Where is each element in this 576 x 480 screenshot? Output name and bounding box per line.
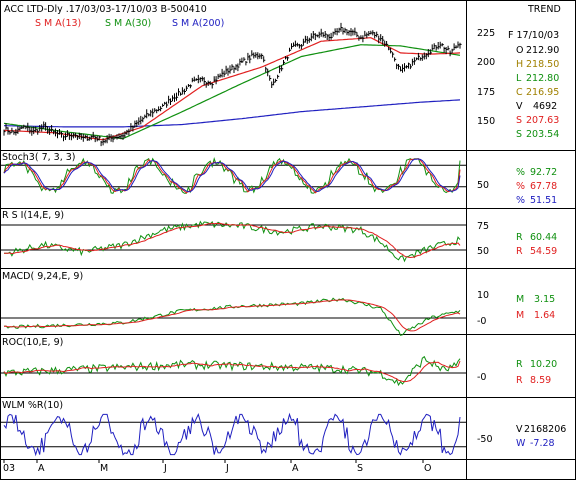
- wlm-value-label: W: [516, 438, 526, 449]
- wlm-volume-label: V: [516, 424, 523, 435]
- roc-value: 10.20: [530, 359, 557, 370]
- macd-tick-label: -0: [477, 316, 486, 327]
- volume-label: V: [516, 101, 523, 112]
- macd-label: M: [516, 294, 524, 305]
- month-label: A: [38, 463, 45, 474]
- rsi-signal-label: R: [516, 246, 523, 257]
- low-label: L: [516, 73, 522, 84]
- stoch-k-value: 92.72: [530, 167, 557, 178]
- stoch-slow-value: 51.51: [530, 195, 557, 206]
- open-value: 212.90: [526, 45, 559, 56]
- roc-signal-value: 8.59: [530, 375, 551, 386]
- rsi-value: 60.44: [530, 232, 557, 243]
- sma13-value-label: S: [516, 115, 522, 126]
- stoch-k-label: %: [516, 167, 525, 178]
- month-label: O: [424, 463, 431, 474]
- trend-label: TREND: [527, 4, 561, 15]
- close-value: 216.95: [526, 87, 559, 98]
- wlm-volume-value: 2168206: [524, 424, 566, 435]
- month-label: S: [357, 463, 363, 474]
- macd-tick-label: 10: [477, 290, 489, 301]
- chart-frame: [0, 0, 576, 480]
- info-date: F 17/10/03: [508, 30, 559, 41]
- high-label: H: [516, 59, 523, 70]
- sma30-value: 203.54: [526, 129, 559, 140]
- volume-value: 4692: [533, 101, 557, 112]
- rsi-signal-value: 54.59: [530, 246, 557, 257]
- roc-panel-label: ROC(10,E, 9): [2, 337, 63, 348]
- roc-label: R: [516, 359, 523, 370]
- month-label: J: [225, 463, 229, 474]
- high-value: 218.50: [526, 59, 559, 70]
- price-tick-label: 175: [477, 87, 495, 98]
- stoch-d-label: %: [516, 181, 525, 192]
- wlm-value: -7.28: [530, 438, 555, 449]
- roc-signal-label: R: [516, 375, 523, 386]
- stoch-panel-label: Stoch3( 7, 3, 3): [2, 152, 76, 163]
- month-label: M: [100, 463, 108, 474]
- technical-chart: ACC LTD-Dly .17/03/03-17/10/03 B-500410 …: [0, 0, 576, 480]
- macd-signal-label: M: [516, 310, 524, 321]
- sma30-legend: S M A(30): [105, 18, 151, 29]
- sma13-value: 207.63: [526, 115, 559, 126]
- open-label: O: [516, 45, 523, 56]
- wlm-panel-label: WLM %R(10): [2, 400, 63, 411]
- stoch-slow-label: %: [516, 195, 525, 206]
- close-label: C: [516, 87, 523, 98]
- low-value: 212.80: [526, 73, 559, 84]
- rsi-label: R: [516, 232, 523, 243]
- rsi-panel-label: R S I(14,E, 9): [2, 210, 64, 221]
- sma30-value-label: S: [516, 129, 522, 140]
- price-tick-label: 200: [477, 57, 495, 68]
- month-label: A: [292, 463, 299, 474]
- price-tick-label: 150: [477, 116, 495, 127]
- macd-value: 3.15: [534, 294, 555, 305]
- macd-signal-value: 1.64: [534, 310, 555, 321]
- price-tick-label: 225: [477, 28, 495, 39]
- rsi-tick-label: 50: [477, 246, 489, 257]
- macd-panel-label: MACD( 9,24,E, 9): [2, 271, 83, 282]
- wlm-tick-label: -50: [477, 434, 493, 445]
- roc-tick-label: -0: [477, 372, 486, 383]
- chart-title: ACC LTD-Dly .17/03/03-17/10/03 B-500410: [4, 4, 207, 15]
- stoch-d-value: 67.78: [530, 181, 557, 192]
- sma200-legend: S M A(200): [172, 18, 224, 29]
- stoch-tick-label: 50: [477, 180, 489, 191]
- month-label: J: [163, 463, 167, 474]
- sma13-legend: S M A(13): [35, 18, 81, 29]
- month-label: 03: [3, 463, 15, 474]
- rsi-tick-label: 75: [477, 221, 489, 232]
